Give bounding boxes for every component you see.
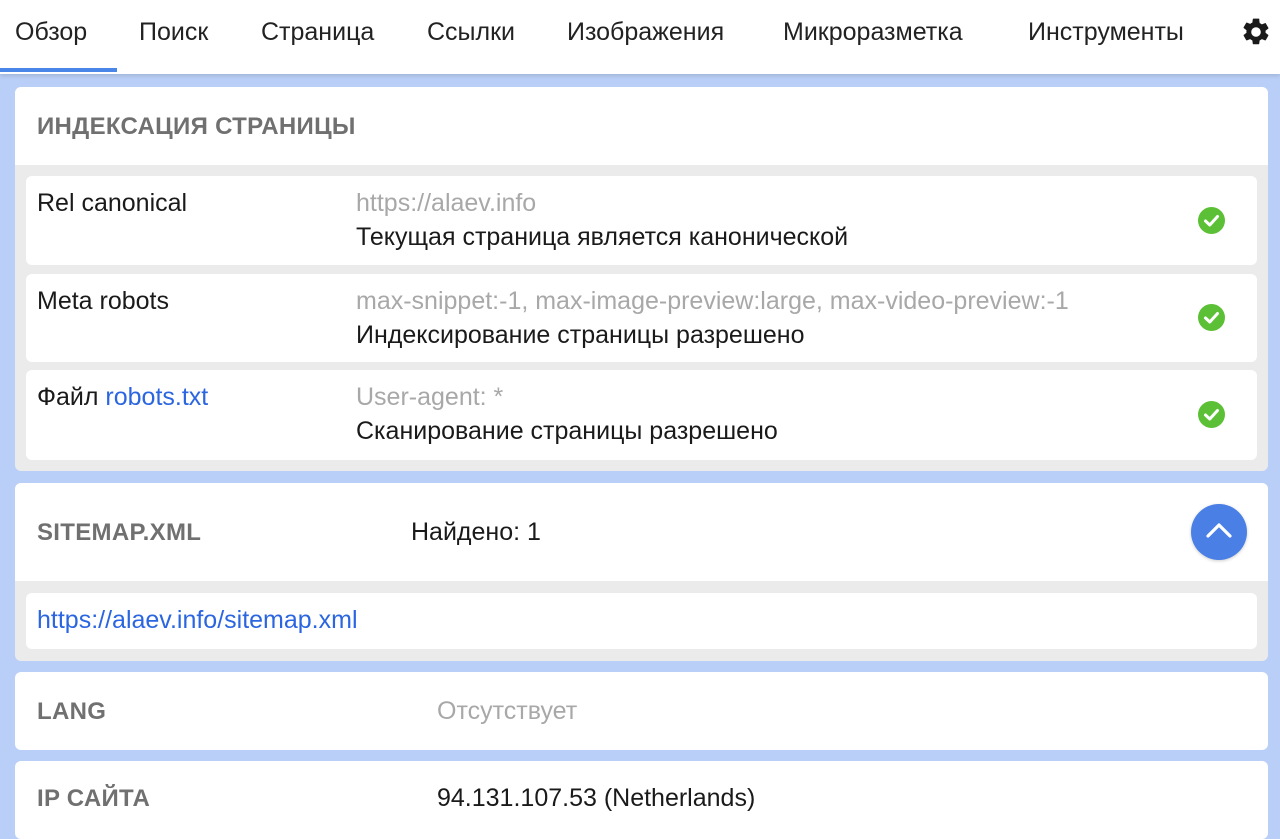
- tab-tools[interactable]: Инструменты: [1028, 16, 1184, 48]
- indexing-row-robots-txt: Файл robots.txt User-agent: * Сканирован…: [26, 370, 1257, 460]
- check-circle-icon: [1198, 401, 1225, 428]
- collapse-button[interactable]: [1191, 504, 1247, 560]
- row-status: Индексирование страницы разрешено: [356, 321, 805, 349]
- chevron-up-icon: [1206, 523, 1232, 538]
- row-detail: User-agent: *: [356, 383, 504, 411]
- lang-card: LANG Отсутствует: [15, 672, 1268, 750]
- lang-value: Отсутствует: [437, 697, 578, 725]
- check-circle-icon: [1198, 207, 1225, 234]
- row-label-prefix: Файл: [37, 383, 99, 411]
- sitemap-card-header: SITEMAP.XML Найдено: 1: [15, 483, 1268, 581]
- row-label: Rel canonical: [37, 189, 188, 217]
- indexing-card-header: ИНДЕКСАЦИЯ СТРАНИЦЫ: [15, 87, 1268, 165]
- sitemap-found-count: Найдено: 1: [411, 518, 541, 546]
- sitemap-link[interactable]: https://alaev.info/sitemap.xml: [37, 606, 358, 635]
- row-status: Сканирование страницы разрешено: [356, 417, 778, 445]
- tab-overview[interactable]: Обзор: [15, 16, 87, 48]
- row-detail: max-snippet:-1, max-image-preview:large,…: [356, 287, 1069, 315]
- gear-icon[interactable]: [1240, 16, 1272, 48]
- check-circle-icon: [1198, 304, 1225, 331]
- tab-links[interactable]: Ссылки: [427, 16, 515, 48]
- row-label: Файл robots.txt: [37, 383, 208, 412]
- top-nav: Обзор Поиск Страница Ссылки Изображения …: [0, 0, 1280, 74]
- active-tab-indicator: [0, 68, 117, 72]
- indexing-row-meta-robots: Meta robots max-snippet:-1, max-image-pr…: [26, 274, 1257, 362]
- row-detail: https://alaev.info: [356, 189, 537, 217]
- sitemap-link-row: https://alaev.info/sitemap.xml: [26, 593, 1257, 649]
- row-status: Текущая страница является канонической: [356, 223, 849, 251]
- lang-title: LANG: [37, 698, 107, 725]
- tab-microdata[interactable]: Микроразметка: [783, 16, 963, 48]
- tab-search[interactable]: Поиск: [139, 16, 208, 48]
- indexing-row-canonical: Rel canonical https://alaev.info Текущая…: [26, 176, 1257, 265]
- ip-title: IP САЙТА: [37, 785, 151, 812]
- sitemap-card: SITEMAP.XML Найдено: 1 https://alaev.inf…: [15, 483, 1268, 661]
- indexing-card: ИНДЕКСАЦИЯ СТРАНИЦЫ Rel canonical https:…: [15, 87, 1268, 471]
- ip-card: IP САЙТА 94.131.107.53 (Netherlands): [15, 761, 1268, 839]
- ip-value: 94.131.107.53 (Netherlands): [437, 784, 756, 812]
- tab-page[interactable]: Страница: [261, 16, 374, 48]
- row-label: Meta robots: [37, 287, 170, 315]
- robots-txt-link[interactable]: robots.txt: [105, 383, 208, 411]
- tab-images[interactable]: Изображения: [567, 16, 724, 48]
- sitemap-title: SITEMAP.XML: [37, 519, 202, 546]
- indexing-title: ИНДЕКСАЦИЯ СТРАНИЦЫ: [37, 113, 356, 140]
